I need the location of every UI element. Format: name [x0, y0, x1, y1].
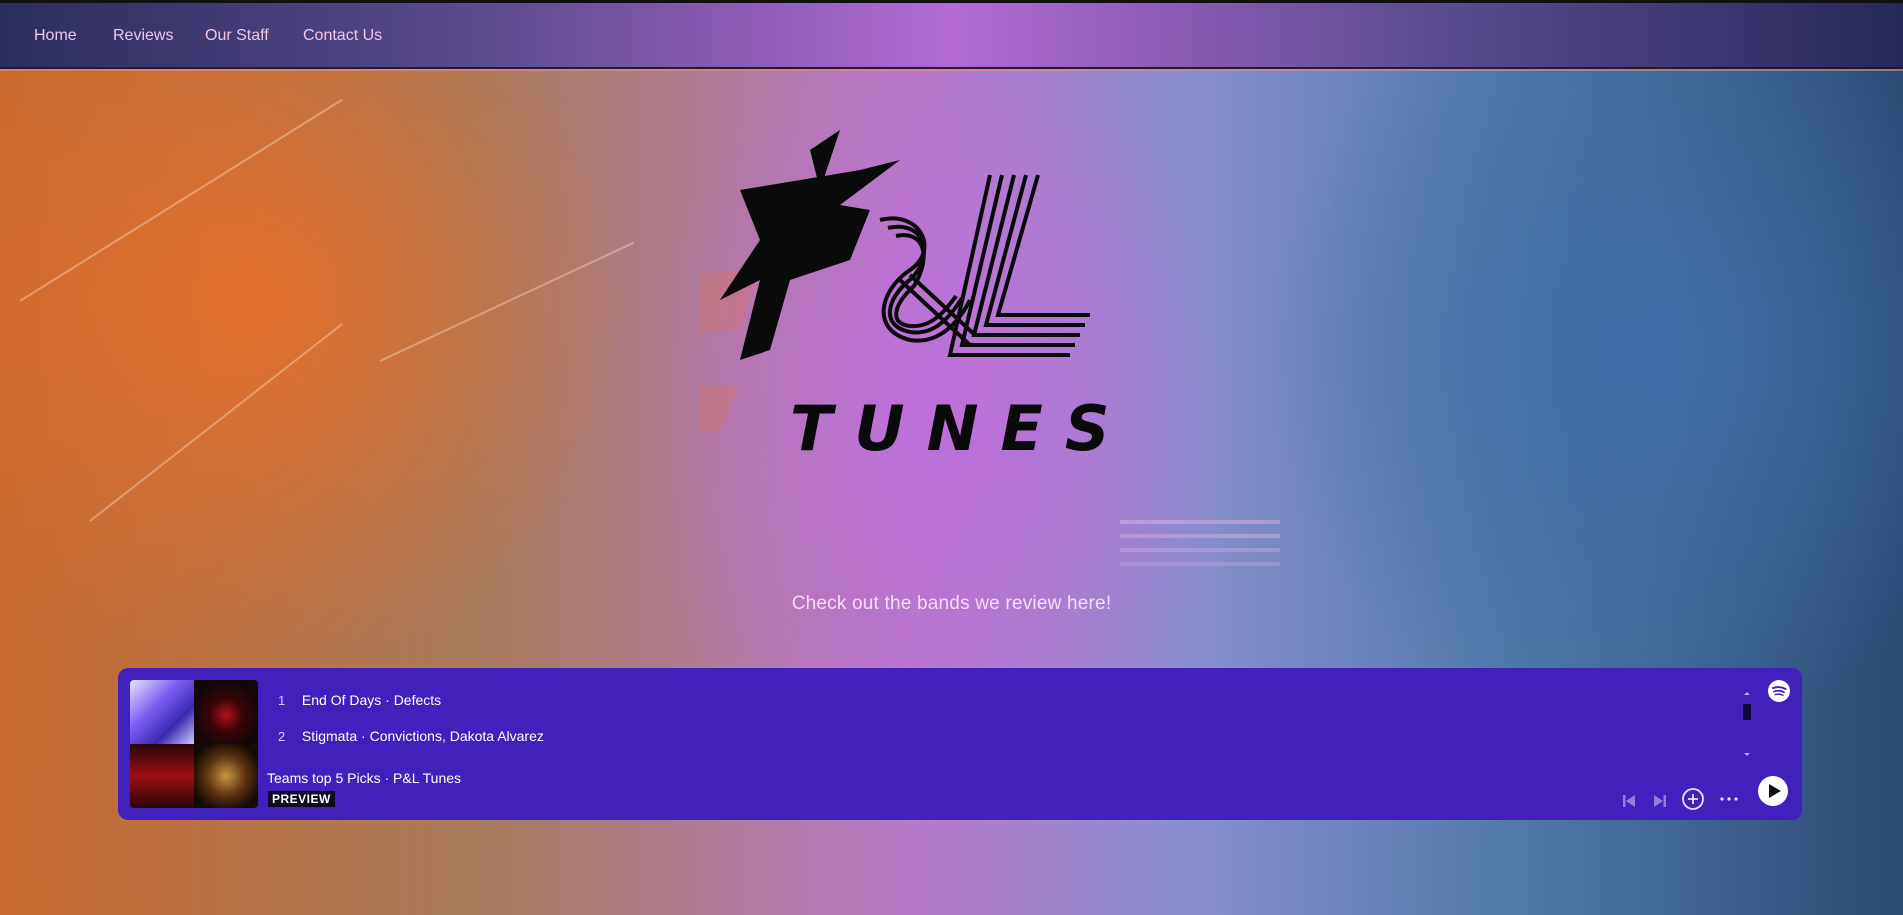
- nav-link-our-staff[interactable]: Our Staff: [205, 27, 269, 45]
- nav-link-reviews[interactable]: Reviews: [113, 27, 173, 45]
- playlist-title[interactable]: Teams top 5 Picks · P&L Tunes: [267, 770, 461, 786]
- svg-text:TUNES: TUNES: [790, 392, 1132, 465]
- track-number: 1: [278, 693, 286, 708]
- nav-link-contact-us[interactable]: Contact Us: [303, 27, 382, 45]
- add-icon[interactable]: [1681, 787, 1705, 811]
- track-number: 2: [278, 729, 286, 744]
- cover-tile: [130, 680, 194, 744]
- track-row[interactable]: 1 End Of Days · Defects: [278, 692, 441, 708]
- nav-link-home[interactable]: Home: [34, 27, 77, 45]
- track-title: End Of Days · Defects: [301, 692, 442, 708]
- cover-tile: [194, 744, 258, 808]
- nav-top-border: [0, 0, 1903, 3]
- cover-tile: [194, 680, 258, 744]
- spotify-icon[interactable]: [1768, 680, 1790, 702]
- play-icon[interactable]: [1758, 776, 1788, 806]
- background-streak: [1120, 534, 1280, 538]
- track-list-scrollbar[interactable]: [1742, 692, 1752, 756]
- spotify-playlist-embed: 1 End Of Days · Defects 2 Stigmata · Con…: [118, 668, 1802, 820]
- cover-tile: [130, 744, 194, 808]
- skip-back-icon[interactable]: [1620, 792, 1638, 810]
- hero-tagline: Check out the bands we review here!: [791, 593, 1112, 614]
- background-streak: [1120, 562, 1280, 566]
- track-row[interactable]: 2 Stigmata · Convictions, Dakota Alvarez: [278, 728, 544, 744]
- background-streak: [1120, 520, 1280, 524]
- skip-forward-icon[interactable]: [1651, 792, 1669, 810]
- top-navigation: Home Reviews Our Staff Contact Us: [0, 0, 1903, 69]
- background-streak: [1120, 548, 1280, 552]
- preview-badge: PREVIEW: [268, 791, 335, 807]
- playlist-cover-art[interactable]: [130, 680, 258, 808]
- pl-tunes-logo: TUNES: [700, 130, 1132, 465]
- more-icon[interactable]: [1719, 791, 1739, 807]
- track-title: Stigmata · Convictions, Dakota Alvarez: [301, 728, 544, 744]
